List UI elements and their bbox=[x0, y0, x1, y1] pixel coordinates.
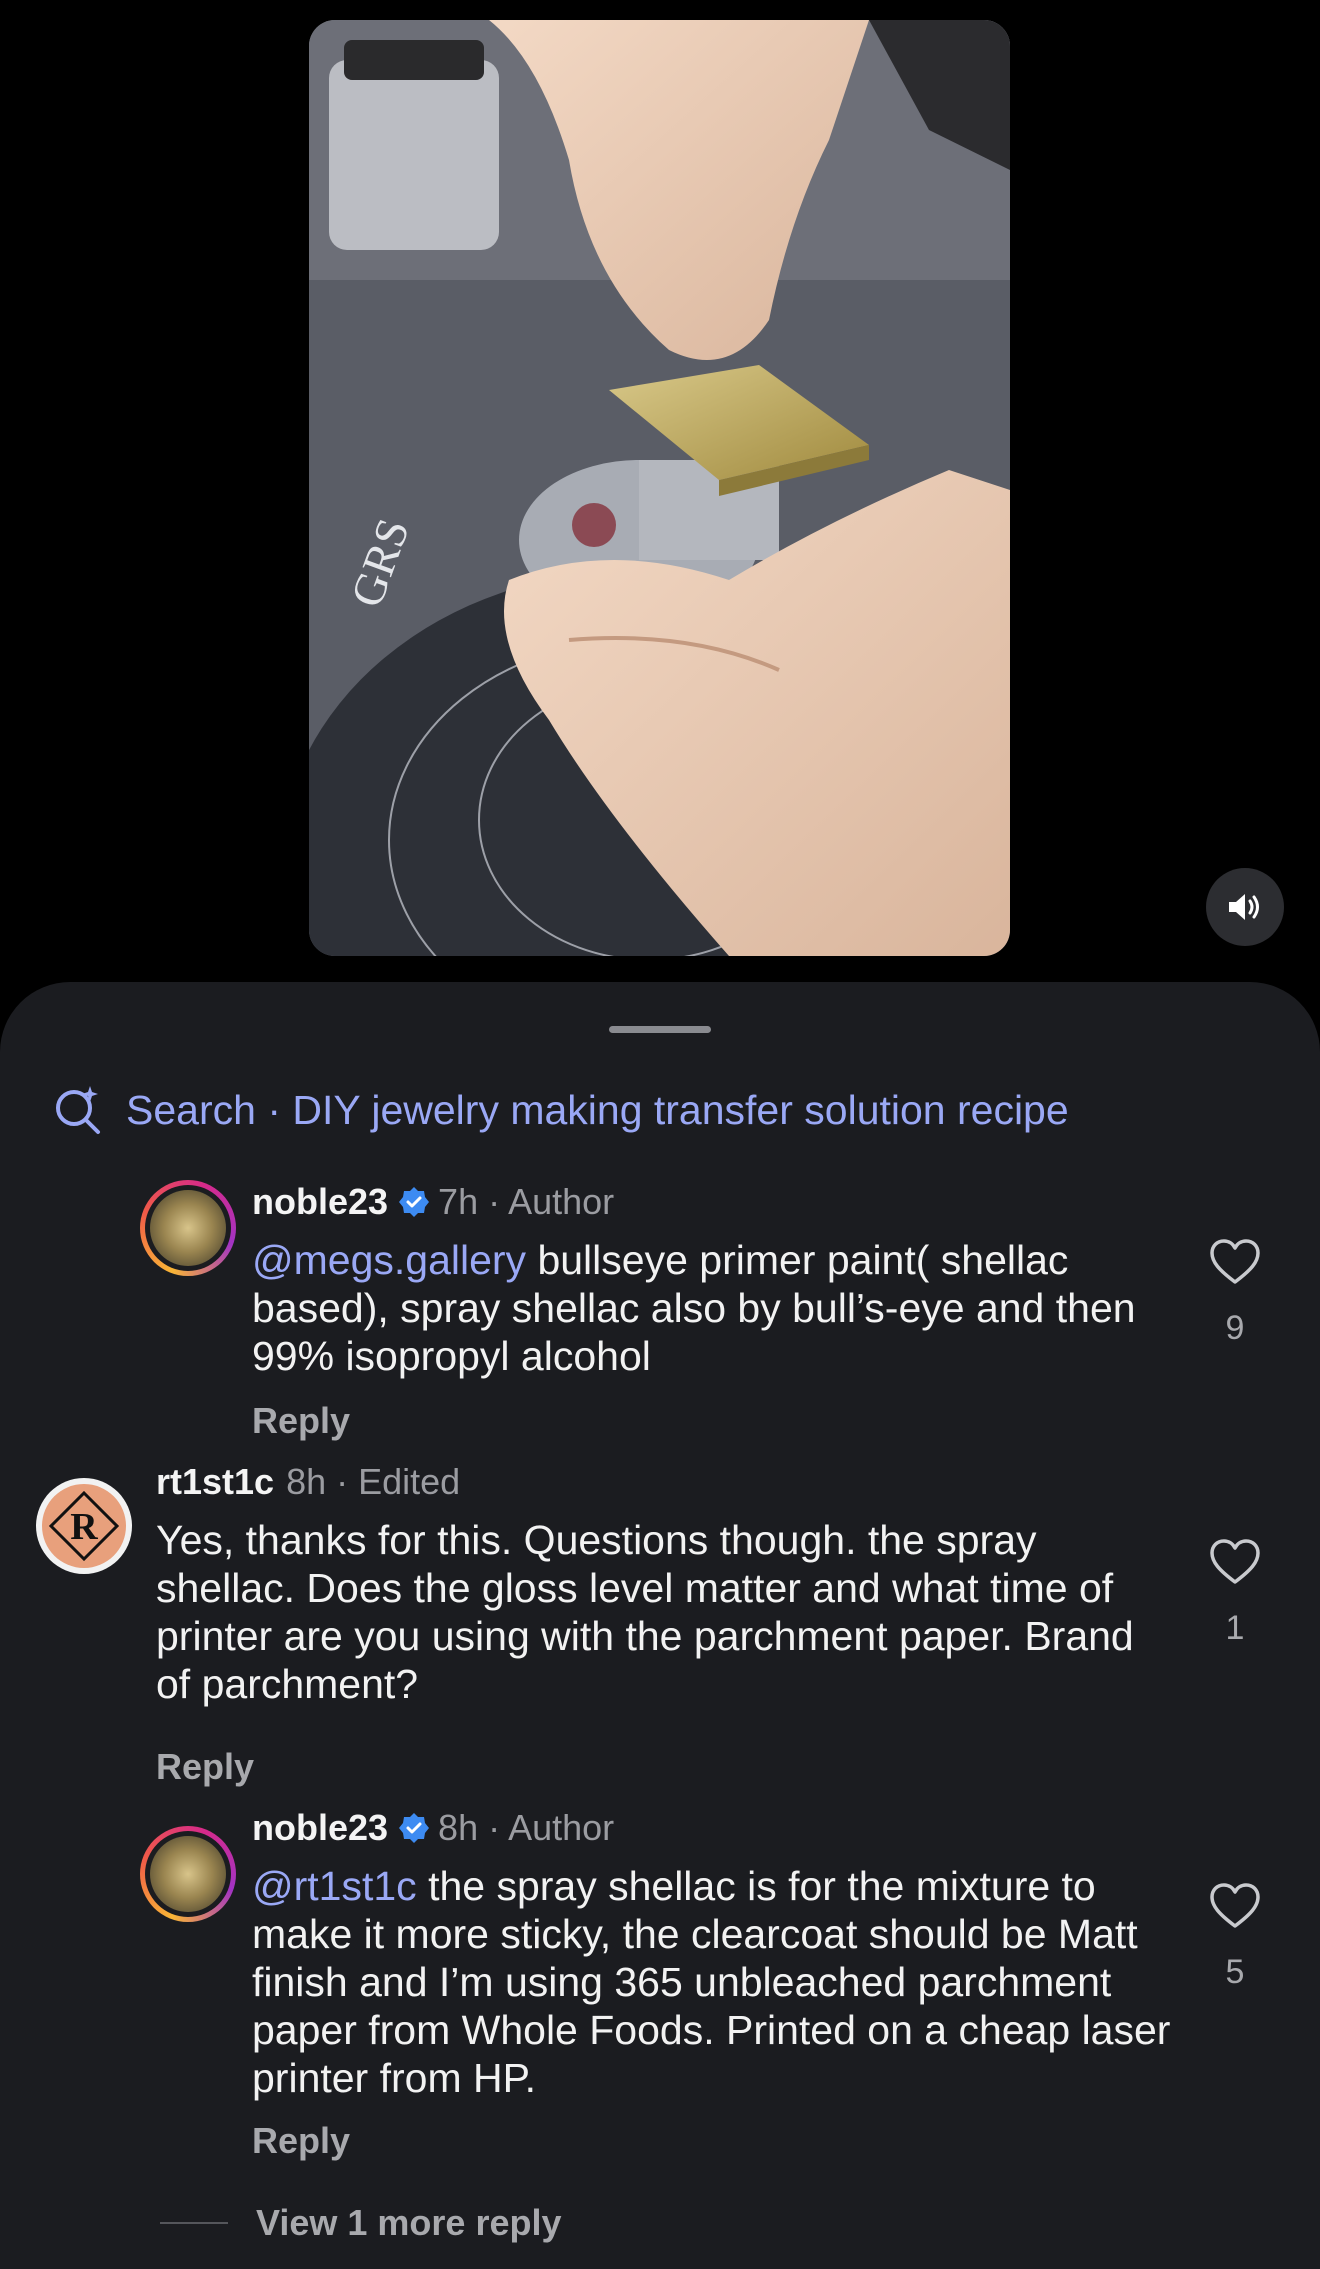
comment-meta: rt1st1c 8h · Edited bbox=[156, 1460, 460, 1504]
verified-badge-icon bbox=[399, 1813, 430, 1843]
comment-timestamp: 8h · Edited bbox=[286, 1461, 461, 1502]
comment-meta: noble23 8h · Author bbox=[252, 1806, 614, 1850]
reply-button[interactable]: Reply bbox=[252, 2120, 350, 2162]
avatar[interactable] bbox=[140, 1180, 236, 1276]
comment-meta: noble23 7h · Author bbox=[252, 1180, 614, 1224]
story-ring bbox=[140, 1826, 236, 1922]
heart-outline-icon[interactable] bbox=[1209, 1238, 1261, 1286]
video-thumbnail: GRS bbox=[309, 20, 1010, 956]
crest-avatar-image bbox=[150, 1836, 226, 1912]
thread-divider bbox=[160, 2222, 228, 2224]
like-control[interactable]: 1 bbox=[1205, 1538, 1265, 1648]
heart-outline-icon[interactable] bbox=[1209, 1538, 1261, 1586]
search-separator: · bbox=[255, 1086, 293, 1133]
crest-avatar-image bbox=[150, 1190, 226, 1266]
like-control[interactable]: 5 bbox=[1205, 1882, 1265, 1992]
video-player[interactable]: GRS bbox=[309, 20, 1010, 956]
mute-toggle-button[interactable] bbox=[1206, 868, 1284, 946]
sheet-drag-handle[interactable] bbox=[609, 1026, 711, 1033]
reply-button[interactable]: Reply bbox=[252, 1400, 350, 1442]
avatar[interactable] bbox=[140, 1826, 236, 1922]
view-more-replies-label[interactable]: View 1 more reply bbox=[256, 2202, 562, 2244]
svg-text:R: R bbox=[70, 1506, 98, 1548]
like-count: 5 bbox=[1225, 1953, 1245, 1991]
heart-outline-icon[interactable] bbox=[1209, 1882, 1261, 1930]
video-area: GRS bbox=[0, 0, 1320, 1000]
search-prefix: Search bbox=[126, 1086, 256, 1133]
story-ring bbox=[140, 1180, 236, 1276]
username[interactable]: noble23 bbox=[252, 1807, 388, 1849]
view-more-replies[interactable]: View 1 more reply bbox=[160, 2202, 562, 2244]
comment-timestamp: 7h · Author bbox=[438, 1181, 615, 1222]
comment-body: Yes, thanks for this. Questions though. … bbox=[156, 1517, 1134, 1707]
comment-timestamp: 8h · Author bbox=[438, 1807, 615, 1848]
speaker-volume-icon bbox=[1229, 894, 1259, 920]
comments-sheet: Search · DIY jewelry making transfer sol… bbox=[0, 982, 1320, 2269]
related-search-text: Search · DIY jewelry making transfer sol… bbox=[126, 1087, 1069, 1134]
like-count: 9 bbox=[1225, 1309, 1245, 1347]
comment-text: @megs.gallery bullseye primer paint( she… bbox=[252, 1236, 1152, 1380]
monogram-avatar-image: R bbox=[42, 1484, 126, 1568]
related-search-link[interactable]: Search · DIY jewelry making transfer sol… bbox=[52, 1074, 1069, 1146]
reply-button[interactable]: Reply bbox=[156, 1746, 254, 1788]
avatar[interactable]: R bbox=[36, 1478, 132, 1574]
like-control[interactable]: 9 bbox=[1205, 1238, 1265, 1348]
mention-link[interactable]: @megs.gallery bbox=[252, 1237, 526, 1283]
verified-badge-icon bbox=[399, 1187, 430, 1217]
comment-text: Yes, thanks for this. Questions though. … bbox=[156, 1516, 1166, 1708]
username[interactable]: rt1st1c bbox=[156, 1461, 274, 1503]
comment-text: @rt1st1c the spray shellac is for the mi… bbox=[252, 1862, 1172, 2102]
search-query: DIY jewelry making transfer solution rec… bbox=[292, 1086, 1069, 1133]
ai-search-sparkle-icon bbox=[56, 1086, 100, 1134]
mention-link[interactable]: @rt1st1c bbox=[252, 1863, 417, 1909]
r-monogram-logo: R bbox=[49, 1491, 119, 1561]
username[interactable]: noble23 bbox=[252, 1181, 388, 1223]
like-count: 1 bbox=[1225, 1609, 1245, 1647]
